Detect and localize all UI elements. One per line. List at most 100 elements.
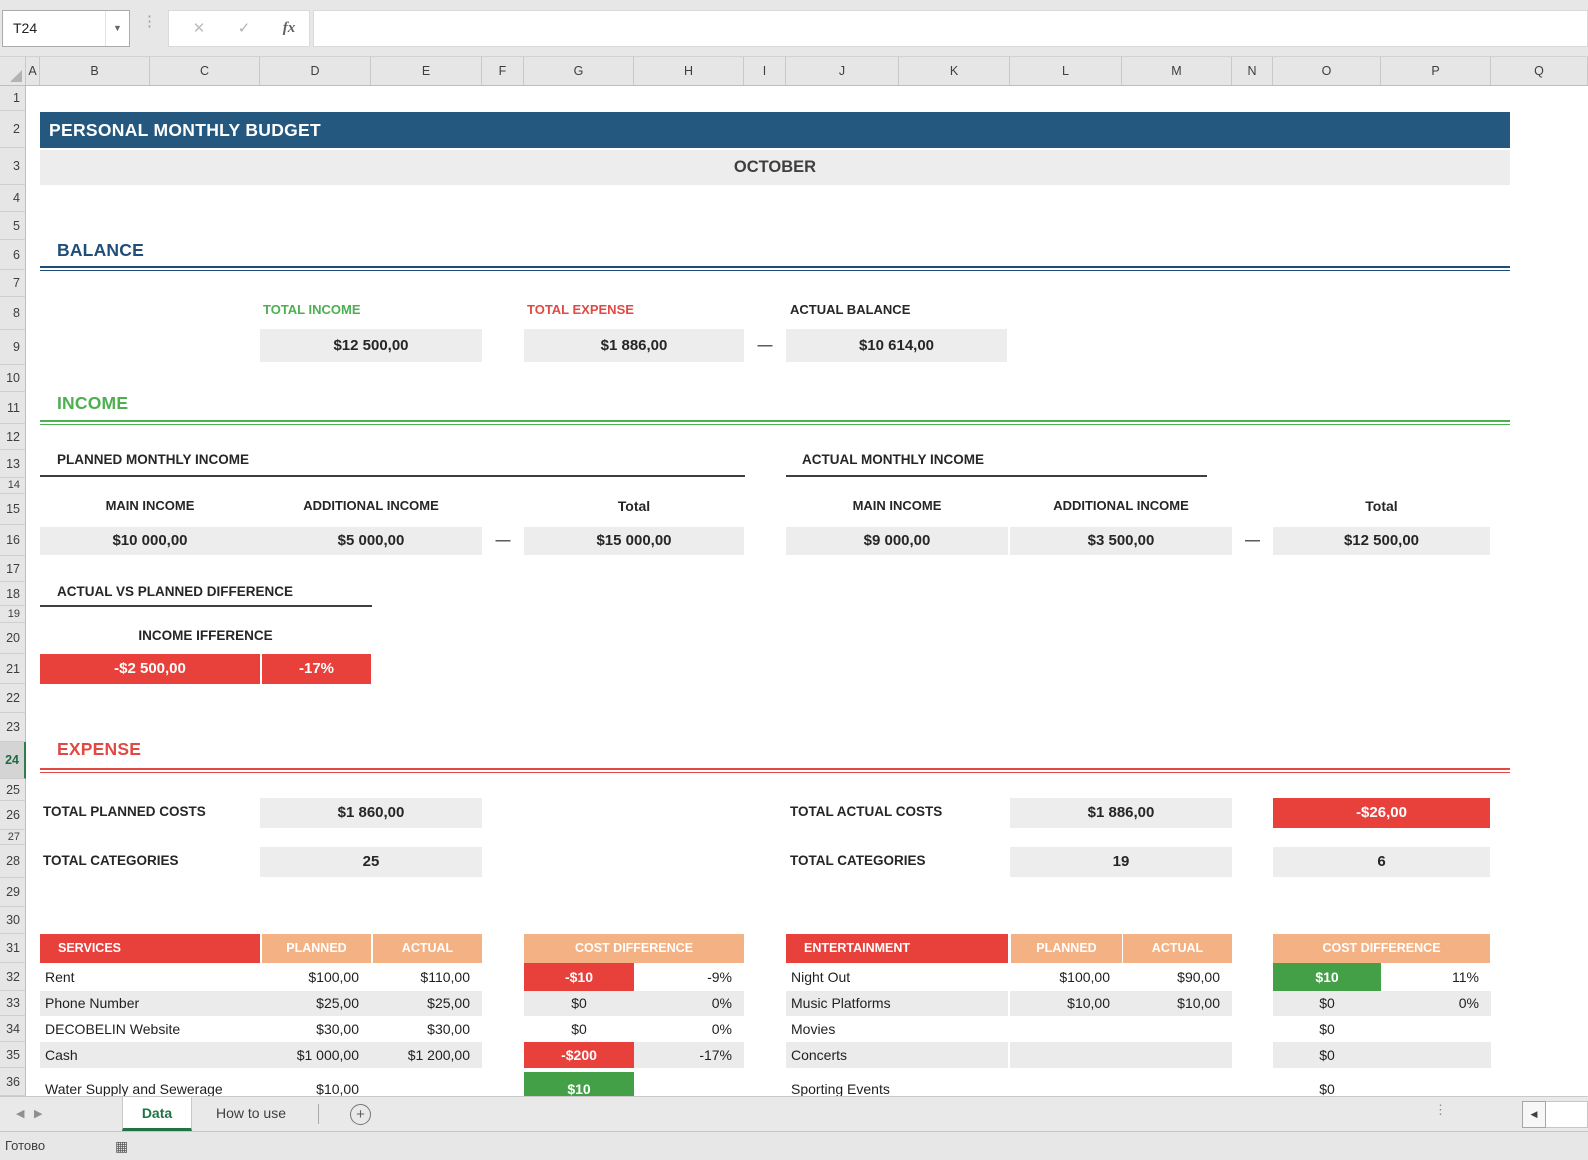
column-header[interactable]: E (371, 57, 482, 85)
row-header[interactable]: 31 (0, 934, 26, 963)
actual-column-header[interactable]: ACTUAL (372, 934, 482, 963)
actual-main-income-label[interactable]: MAIN INCOME (786, 498, 1008, 513)
table-cell[interactable]: Phone Number (40, 991, 260, 1016)
sheet-tab-how-to-use[interactable]: How to use (192, 1097, 310, 1131)
row-header[interactable]: 7 (0, 270, 26, 297)
total-expense-label[interactable]: TOTAL EXPENSE (527, 302, 634, 317)
planned-categories-value[interactable]: 25 (260, 847, 482, 877)
cancel-icon[interactable]: ✕ (179, 11, 219, 46)
insert-function-icon[interactable]: fx (269, 11, 309, 46)
total-income-label[interactable]: TOTAL INCOME (263, 302, 361, 317)
column-header[interactable]: O (1273, 57, 1381, 85)
actual-categories-label[interactable]: TOTAL CATEGORIES (790, 853, 926, 868)
actual-additional-income-label[interactable]: ADDITIONAL INCOME (1010, 498, 1232, 513)
total-actual-costs-label[interactable]: TOTAL ACTUAL COSTS (790, 804, 942, 819)
table-cell[interactable]: 11% (1381, 963, 1491, 991)
avp-difference-heading[interactable]: ACTUAL VS PLANNED DIFFERENCE (57, 584, 293, 599)
column-header[interactable]: L (1010, 57, 1122, 85)
table-cell[interactable]: -$10 (524, 963, 634, 991)
row-header[interactable]: 8 (0, 297, 26, 330)
chevron-down-icon[interactable]: ▼ (105, 11, 129, 46)
planned-column-header[interactable]: PLANNED (261, 934, 371, 963)
expense-heading[interactable]: EXPENSE (57, 739, 141, 760)
table-cell[interactable] (634, 1072, 744, 1096)
formula-input[interactable] (313, 10, 1588, 47)
row-header[interactable]: 29 (0, 878, 26, 907)
row-header-active[interactable]: 24 (0, 742, 26, 779)
macro-record-icon[interactable]: ▦ (115, 1132, 128, 1160)
table-cell[interactable]: $10,00 (260, 1072, 371, 1096)
table-cell[interactable]: $30,00 (260, 1016, 371, 1042)
row-header[interactable]: 28 (0, 845, 26, 878)
hscroll-track[interactable] (1546, 1101, 1588, 1128)
row-header[interactable]: 34 (0, 1016, 26, 1042)
table-cell[interactable]: $25,00 (371, 991, 482, 1016)
actual-additional-income-value[interactable]: $3 500,00 (1010, 527, 1232, 555)
month-bar[interactable]: OCTOBER (40, 150, 1510, 185)
row-header[interactable]: 26 (0, 801, 26, 830)
table-cell[interactable]: $1 200,00 (371, 1042, 482, 1068)
table-cell[interactable] (1381, 1072, 1491, 1096)
actual-total-value[interactable]: $12 500,00 (1273, 527, 1490, 555)
actual-total-label[interactable]: Total (1273, 498, 1490, 514)
table-cell[interactable]: $100,00 (260, 963, 371, 991)
row-header[interactable]: 30 (0, 907, 26, 934)
row-header[interactable]: 21 (0, 654, 26, 684)
sheet-nav-right-icon[interactable]: ▶ (34, 1097, 42, 1131)
row-header[interactable]: 33 (0, 991, 26, 1016)
table-cell[interactable] (1122, 1016, 1232, 1042)
column-header[interactable]: D (260, 57, 371, 85)
planned-categories-label[interactable]: TOTAL CATEGORIES (43, 853, 179, 868)
row-header[interactable]: 3 (0, 148, 26, 185)
planned-total-label[interactable]: Total (524, 498, 744, 514)
table-cell[interactable]: Night Out (786, 963, 1008, 991)
table-cell[interactable] (1010, 1072, 1122, 1096)
row-header[interactable]: 15 (0, 494, 26, 525)
actual-column-header[interactable]: ACTUAL (1122, 934, 1232, 963)
table-cell[interactable]: DECOBELIN Website (40, 1016, 260, 1042)
table-cell[interactable]: $0 (524, 991, 634, 1016)
column-header[interactable]: P (1381, 57, 1491, 85)
table-cell[interactable]: $0 (1273, 1016, 1381, 1042)
table-cell[interactable]: -$200 (524, 1042, 634, 1068)
table-cell[interactable]: $1 000,00 (260, 1042, 371, 1068)
table-cell[interactable]: 0% (1381, 991, 1491, 1016)
planned-column-header[interactable]: PLANNED (1010, 934, 1122, 963)
row-header[interactable]: 23 (0, 713, 26, 742)
total-planned-costs-value[interactable]: $1 860,00 (260, 798, 482, 828)
row-header[interactable]: 36 (0, 1068, 26, 1096)
table-cell[interactable]: Movies (786, 1016, 1008, 1042)
column-header[interactable]: H (634, 57, 744, 85)
row-header[interactable]: 16 (0, 525, 26, 556)
name-box[interactable]: T24 ▼ (2, 10, 130, 47)
column-header[interactable]: F (482, 57, 524, 85)
table-cell[interactable]: Sporting Events (786, 1072, 1008, 1096)
sheet-title-bar[interactable]: PERSONAL MONTHLY BUDGET (40, 112, 1510, 148)
column-header[interactable]: I (744, 57, 786, 85)
planned-additional-income-label[interactable]: ADDITIONAL INCOME (260, 498, 482, 513)
table-cell[interactable]: $90,00 (1122, 963, 1232, 991)
planned-additional-income-value[interactable]: $5 000,00 (260, 527, 482, 555)
row-header[interactable]: 13 (0, 450, 26, 478)
row-header[interactable]: 25 (0, 779, 26, 801)
actual-categories-value[interactable]: 19 (1010, 847, 1232, 877)
planned-total-value[interactable]: $15 000,00 (524, 527, 744, 555)
actual-balance-label[interactable]: ACTUAL BALANCE (790, 302, 910, 317)
table-cell[interactable]: $0 (1273, 991, 1381, 1016)
table-cell[interactable]: -9% (634, 963, 744, 991)
services-table-header[interactable]: SERVICES (40, 934, 260, 963)
hscroll-left-icon[interactable]: ◀ (1522, 1101, 1546, 1128)
income-difference-amount[interactable]: -$2 500,00 (40, 654, 260, 684)
column-header[interactable]: B (40, 57, 150, 85)
table-cell[interactable]: -17% (634, 1042, 744, 1068)
row-header[interactable]: 18 (0, 582, 26, 606)
sheet-nav-left-icon[interactable]: ◀ (16, 1097, 24, 1131)
entertainment-table-header[interactable]: ENTERTAINMENT (786, 934, 1008, 963)
table-cell[interactable]: $100,00 (1010, 963, 1122, 991)
row-header[interactable]: 9 (0, 330, 26, 365)
table-cell[interactable]: $10,00 (1122, 991, 1232, 1016)
add-sheet-icon[interactable]: + (350, 1104, 371, 1125)
column-header[interactable]: M (1122, 57, 1232, 85)
table-cell[interactable]: $0 (524, 1016, 634, 1042)
formula-bar-grip-icon[interactable]: ⋮ (142, 14, 157, 44)
